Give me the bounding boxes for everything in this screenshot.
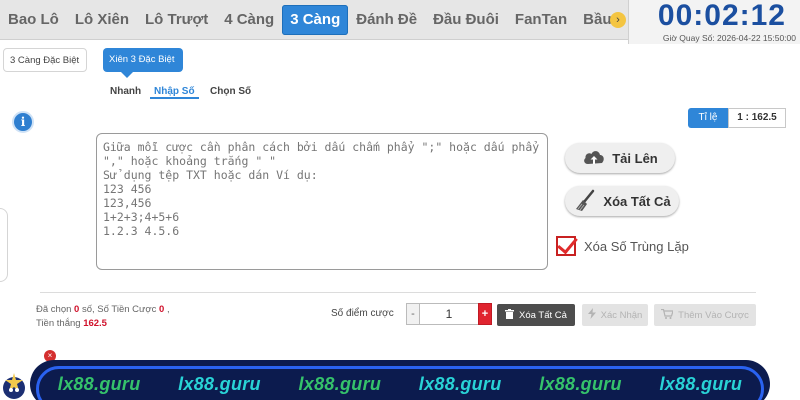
remove-duplicates-checkbox[interactable] — [556, 236, 576, 256]
number-input[interactable] — [96, 133, 548, 270]
selected-count: 0 — [74, 304, 80, 315]
upload-button[interactable]: Tải Lên — [565, 143, 675, 173]
banner-brand: lx88.guru — [298, 374, 382, 394]
tab-lo-truot[interactable]: Lô Trượt — [137, 5, 216, 35]
divider — [40, 292, 756, 293]
banner-brand: lx88.guru — [178, 374, 261, 394]
promo-banner[interactable]: lx88.guru lx88.guru lx88.guru lx88.guru … — [30, 360, 770, 400]
mode-chon-so[interactable]: Chọn Số — [210, 86, 251, 97]
bolt-icon — [587, 308, 596, 322]
confirm-button[interactable]: Xác Nhận — [582, 304, 648, 326]
tab-dau-duoi[interactable]: Đầu Đuôi — [425, 5, 507, 35]
ratio-label: Tỉ lệ — [688, 108, 728, 128]
mode-nhanh[interactable]: Nhanh — [110, 86, 141, 97]
add-to-cart-button[interactable]: Thêm Vào Cược — [654, 304, 756, 326]
cart-icon — [661, 308, 674, 322]
cloud-upload-icon — [582, 148, 606, 168]
bet-amount: 0 — [159, 304, 165, 315]
banner-brand: lx88.guru — [659, 374, 743, 394]
delete-all-label: Xóa Tất Cả — [519, 309, 567, 321]
bet-separator: , — [166, 304, 170, 315]
side-panel-tab[interactable] — [0, 208, 8, 282]
ratio-value: 1 : 162.5 — [728, 108, 786, 128]
tab-bao-lo[interactable]: Bao Lô — [0, 5, 67, 35]
points-label: Số điểm cược — [331, 308, 394, 319]
confirm-label: Xác Nhận — [600, 309, 643, 321]
banner-brand: lx88.guru — [418, 374, 502, 394]
points-input[interactable] — [420, 303, 478, 325]
clear-all-button[interactable]: Xóa Tất Cả — [565, 186, 679, 216]
points-stepper: - + — [406, 303, 492, 325]
win-amount: 162.5 — [83, 318, 107, 329]
subtab-xien-3-dac-biet[interactable]: Xiên 3 Đặc Biệt — [103, 48, 183, 78]
selected-label: Đã chọn — [36, 304, 72, 315]
countdown-timer: 00:02:12 — [657, 0, 786, 32]
remove-duplicates-label: Xóa Số Trùng Lặp — [584, 239, 689, 254]
increment-button[interactable]: + — [478, 303, 492, 325]
delete-all-button[interactable]: Xóa Tất Cả — [497, 304, 575, 326]
selected-unit: số, — [81, 304, 95, 315]
info-icon[interactable]: i — [12, 111, 34, 133]
tab-danh-de[interactable]: Đánh Đề — [348, 5, 425, 35]
countdown-panel: 00:02:12 Giờ Quay Số: 2026-04-22 15:50:0… — [628, 0, 800, 44]
broom-icon — [573, 189, 597, 213]
tab-3-cang[interactable]: 3 Càng — [282, 5, 349, 35]
decrement-button[interactable]: - — [406, 303, 420, 325]
upload-label: Tải Lên — [612, 150, 658, 166]
draw-time: Giờ Quay Số: 2026-04-22 15:50:00 — [662, 33, 796, 43]
trash-icon — [505, 308, 515, 322]
banner-brand: lx88.guru — [57, 374, 141, 394]
win-summary: Tiền thắng 162.5 — [36, 318, 107, 329]
bet-amount-label: Số Tiền Cược — [97, 304, 157, 315]
mode-nhap-so[interactable]: Nhập Số — [150, 86, 199, 99]
banner-brand: lx88.guru — [539, 374, 622, 394]
clear-all-label: Xóa Tất Cả — [603, 193, 671, 209]
game-tab-bar: Bao Lô Lô Xiên Lô Trượt 4 Càng 3 Càng Đá… — [0, 0, 628, 40]
tab-lo-xien[interactable]: Lô Xiên — [67, 5, 137, 35]
tab-4-cang[interactable]: 4 Càng — [216, 5, 282, 35]
tab-fantan[interactable]: FanTan — [507, 5, 575, 35]
win-label: Tiền thắng — [36, 318, 81, 329]
chevron-right-icon[interactable]: › — [610, 12, 626, 28]
selection-summary: Đã chọn 0 số, Số Tiền Cược 0 , — [36, 304, 170, 315]
add-to-cart-label: Thêm Vào Cược — [678, 309, 749, 321]
subtab-3-cang-dac-biet[interactable]: 3 Càng Đặc Biệt — [3, 48, 87, 72]
mascot-icon — [0, 370, 32, 400]
